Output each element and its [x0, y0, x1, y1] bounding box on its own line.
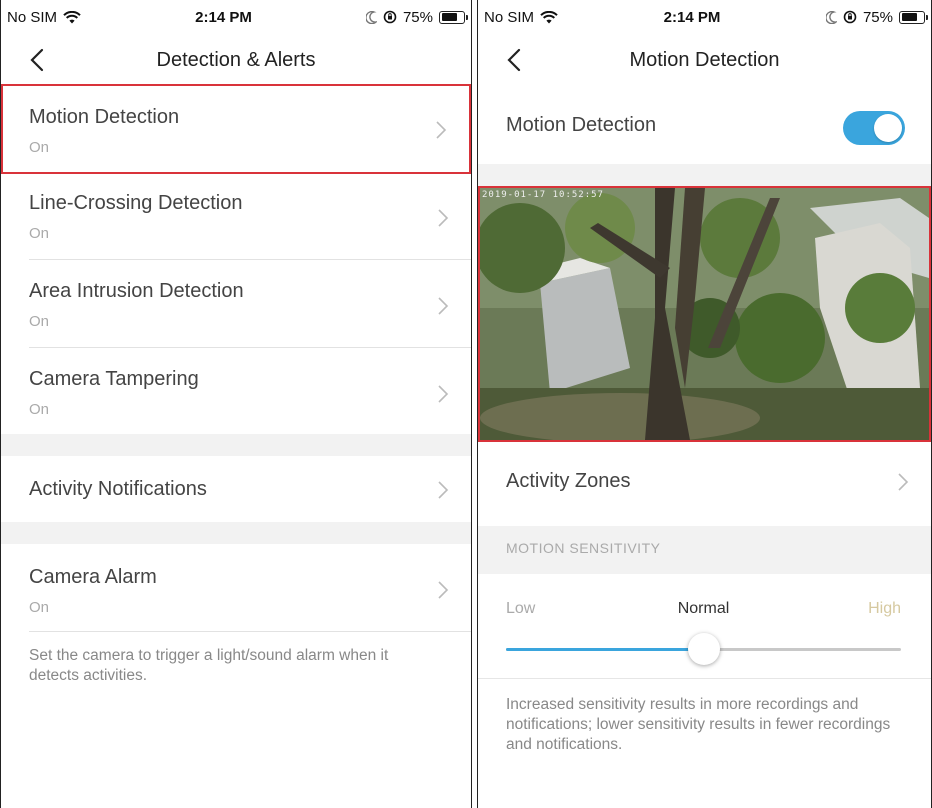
- motion-detection-screen: No SIM 2:14 PM 75% Motion Detection Moti…: [477, 0, 932, 808]
- motion-detection-toggle-row: Motion Detection: [478, 86, 931, 164]
- moon-icon: [365, 10, 377, 24]
- chevron-right-icon: [436, 121, 447, 139]
- chevron-right-icon: [438, 581, 449, 599]
- status-bar: No SIM 2:14 PM 75%: [1, 0, 471, 34]
- camera-scene-image: [480, 188, 929, 440]
- page-title: Motion Detection: [629, 48, 780, 71]
- back-chevron-icon[interactable]: [27, 48, 49, 72]
- rotation-lock-icon: [383, 10, 397, 24]
- page-title: Detection & Alerts: [156, 48, 316, 71]
- chevron-right-icon: [438, 385, 449, 403]
- toggle-knob: [874, 114, 902, 142]
- battery-icon: [439, 10, 468, 24]
- motion-detection-toggle[interactable]: [843, 111, 905, 145]
- chevron-right-icon: [438, 481, 449, 499]
- activity-notifications-row[interactable]: Activity Notifications: [1, 456, 471, 522]
- row-value: On: [29, 225, 50, 242]
- chevron-right-icon: [898, 473, 909, 491]
- alarm-description: Set the camera to trigger a light/sound …: [29, 647, 389, 684]
- section-gap: [1, 434, 471, 456]
- row-label: Area Intrusion Detection: [29, 280, 244, 302]
- carrier-label: No SIM: [7, 8, 58, 26]
- status-bar: No SIM 2:14 PM 75%: [478, 0, 931, 34]
- row-label: Camera Tampering: [29, 368, 199, 390]
- camera-preview[interactable]: 2019-01-17 10:52:57: [478, 186, 931, 442]
- sensitivity-slider-fill: [506, 648, 704, 651]
- battery-icon: [899, 10, 928, 24]
- chevron-right-icon: [438, 297, 449, 315]
- motion-detection-row[interactable]: Motion Detection On: [1, 84, 471, 174]
- row-label: Activity Zones: [506, 470, 631, 492]
- wifi-icon: [540, 10, 558, 23]
- camera-tampering-row[interactable]: Camera Tampering On: [1, 348, 471, 434]
- battery-percent: 75%: [402, 8, 433, 26]
- detection-alerts-screen: No SIM 2:14 PM 75% Detection & Alerts Mo…: [0, 0, 472, 808]
- carrier-label: No SIM: [484, 8, 535, 26]
- row-label: Motion Detection: [29, 106, 180, 128]
- sensitivity-note-container: Increased sensitivity results in more re…: [478, 678, 931, 808]
- row-label: Line-Crossing Detection: [29, 192, 243, 214]
- slider-normal-label: Normal: [677, 600, 730, 617]
- activity-zones-row[interactable]: Activity Zones: [478, 442, 931, 524]
- section-gap: [478, 164, 931, 186]
- row-value: On: [29, 139, 50, 156]
- camera-alarm-row[interactable]: Camera Alarm On: [1, 544, 471, 632]
- row-label: Motion Detection: [506, 114, 657, 136]
- row-label: Camera Alarm: [29, 566, 157, 588]
- row-value: On: [29, 313, 50, 330]
- back-chevron-icon[interactable]: [504, 48, 526, 72]
- row-label: Activity Notifications: [29, 478, 207, 500]
- nav-bar: Motion Detection: [478, 34, 931, 86]
- section-gap: [1, 522, 471, 544]
- rotation-lock-icon: [843, 10, 857, 24]
- row-value: On: [29, 401, 50, 418]
- moon-icon: [825, 10, 837, 24]
- sensitivity-description: Increased sensitivity results in more re…: [506, 696, 891, 753]
- row-value: On: [29, 599, 50, 616]
- sensitivity-slider-area: Low Normal High: [478, 574, 931, 678]
- motion-sensitivity-header: MOTION SENSITIVITY: [478, 526, 931, 574]
- clock: 2:14 PM: [663, 8, 721, 26]
- line-crossing-row[interactable]: Line-Crossing Detection On: [1, 174, 471, 260]
- nav-bar: Detection & Alerts: [1, 34, 471, 86]
- clock: 2:14 PM: [195, 8, 252, 26]
- chevron-right-icon: [438, 209, 449, 227]
- sensitivity-slider-thumb[interactable]: [687, 633, 720, 665]
- battery-percent: 75%: [862, 8, 893, 26]
- slider-high-label: High: [868, 600, 901, 617]
- wifi-icon: [63, 10, 81, 23]
- area-intrusion-row[interactable]: Area Intrusion Detection On: [1, 260, 471, 348]
- camera-timestamp: 2019-01-17 10:52:57: [482, 190, 604, 200]
- divider: [29, 631, 471, 632]
